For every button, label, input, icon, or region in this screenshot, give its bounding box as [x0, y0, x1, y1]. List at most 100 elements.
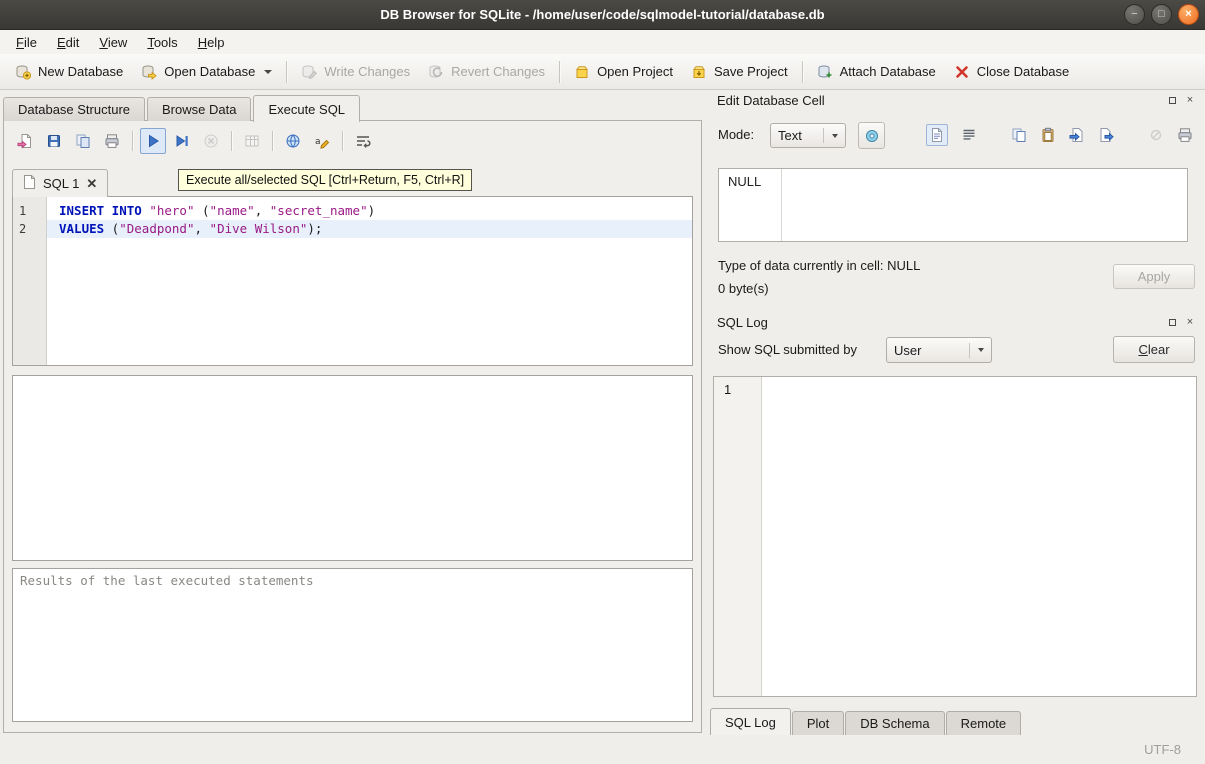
word-wrap-cell-button[interactable] [961, 127, 977, 143]
tab-remote[interactable]: Remote [946, 711, 1022, 735]
auto-mode-button[interactable] [858, 122, 885, 149]
globe-icon [285, 133, 301, 149]
log-filter-value: User [894, 343, 961, 358]
toolbar-separator [559, 61, 560, 83]
cell-content-editor[interactable]: NULL [718, 168, 1188, 242]
print-cell-button[interactable] [1177, 127, 1193, 143]
log-gutter: 1 [714, 377, 762, 696]
toolbar-separator [286, 61, 287, 83]
tab-database-structure[interactable]: Database Structure [3, 97, 145, 121]
save-project-button[interactable]: Save Project [682, 59, 797, 85]
tab-sql-log[interactable]: SQL Log [710, 708, 791, 735]
paste-cell-button[interactable] [1040, 127, 1056, 143]
cell-editor-icons [926, 124, 1193, 146]
float-dock-icon[interactable] [1165, 315, 1179, 329]
cell-null-value: NULL [728, 174, 761, 189]
save-sql-as-icon [75, 133, 91, 149]
menu-view[interactable]: View [89, 30, 137, 54]
copy-cell-button[interactable] [1011, 127, 1027, 143]
set-null-button[interactable] [1148, 127, 1164, 143]
sql-tab-close-icon[interactable]: ✕ [86, 176, 97, 192]
chevron-down-icon [978, 348, 984, 352]
execute-sql-pane: a SQL 1 ✕ 12 INSERT INTO "hero" ("name",… [3, 120, 702, 733]
print-icon [104, 133, 120, 149]
export-cell-button[interactable] [1098, 127, 1114, 143]
cell-mode-row: Mode: Text [706, 120, 1205, 150]
toolbar-separator [231, 131, 232, 151]
log-filter-select[interactable]: User [886, 337, 992, 363]
open-in-browser-button[interactable] [280, 128, 306, 154]
sql-editor[interactable]: 12 INSERT INTO "hero" ("name", "secret_n… [12, 196, 693, 366]
title-bar: DB Browser for SQLite - /home/user/code/… [0, 0, 1205, 30]
window-controls: − □ × [1124, 4, 1199, 25]
new-database-icon [15, 64, 31, 80]
menu-tools[interactable]: Tools [137, 30, 187, 54]
log-filter-label: Show SQL submitted by [718, 342, 857, 357]
sql-log-view[interactable]: 1 [713, 376, 1197, 697]
mode-select[interactable]: Text [770, 123, 846, 148]
clear-log-button[interactable]: Clear [1113, 336, 1195, 363]
execute-all-button[interactable] [140, 128, 166, 154]
format-sql-icon: a [314, 133, 330, 149]
tab-execute-sql[interactable]: Execute SQL [253, 95, 360, 122]
toolbar-separator [132, 131, 133, 151]
open-database-button[interactable]: Open Database [132, 59, 281, 85]
new-database-button[interactable]: New Database [6, 59, 132, 85]
results-message-area[interactable]: Results of the last executed statements [12, 568, 693, 722]
write-changes-button[interactable]: Write Changes [292, 59, 419, 85]
minimize-button[interactable]: − [1124, 4, 1145, 25]
float-dock-icon[interactable] [1165, 93, 1179, 107]
tab-plot[interactable]: Plot [792, 711, 844, 735]
menu-edit[interactable]: Edit [47, 30, 89, 54]
tab-browse-data[interactable]: Browse Data [147, 97, 251, 121]
open-database-icon [141, 64, 157, 80]
close-button[interactable]: × [1178, 4, 1199, 25]
close-database-icon [954, 64, 970, 80]
apply-button[interactable]: Apply [1113, 264, 1195, 289]
log-content[interactable] [762, 377, 1196, 696]
export-results-button[interactable] [239, 128, 265, 154]
main-toolbar: New Database Open Database Write Changes… [0, 54, 1205, 90]
close-database-button[interactable]: Close Database [945, 59, 1079, 85]
cell-size-info: 0 byte(s) [718, 281, 769, 296]
text-view-toggle[interactable] [926, 124, 948, 146]
menu-help[interactable]: Help [188, 30, 235, 54]
encoding-indicator[interactable]: UTF-8 [1144, 742, 1181, 757]
stop-execution-button[interactable] [198, 128, 224, 154]
menu-bar: File Edit View Tools Help [0, 30, 1205, 54]
open-project-button[interactable]: Open Project [565, 59, 682, 85]
open-sql-file-icon [17, 133, 33, 149]
tab-db-schema[interactable]: DB Schema [845, 711, 944, 735]
word-wrap-button[interactable] [350, 128, 376, 154]
open-sql-file-button[interactable] [12, 128, 38, 154]
sql-log-dock-header: SQL Log × [706, 312, 1205, 332]
save-project-icon [691, 64, 707, 80]
attach-database-button[interactable]: Attach Database [808, 59, 945, 85]
code-lines[interactable]: INSERT INTO "hero" ("name", "secret_name… [47, 197, 692, 365]
word-wrap-icon [355, 133, 371, 149]
menu-file[interactable]: File [6, 30, 47, 54]
write-changes-icon [301, 64, 317, 80]
import-cell-button[interactable] [1069, 127, 1085, 143]
execute-line-button[interactable] [169, 128, 195, 154]
close-dock-icon[interactable]: × [1183, 93, 1197, 107]
format-sql-button[interactable]: a [309, 128, 335, 154]
results-grid[interactable] [12, 375, 693, 561]
window-title: DB Browser for SQLite - /home/user/code/… [380, 7, 824, 22]
code-line: VALUES ("Deadpond", "Dive Wilson"); [47, 220, 692, 238]
toolbar-separator [802, 61, 803, 83]
print-sql-button[interactable] [99, 128, 125, 154]
attach-database-icon [817, 64, 833, 80]
cell-text-area[interactable] [781, 169, 1187, 241]
log-line-number: 1 [724, 382, 731, 397]
mode-value: Text [778, 128, 815, 143]
close-dock-icon[interactable]: × [1183, 315, 1197, 329]
maximize-button[interactable]: □ [1151, 4, 1172, 25]
save-sql-as-button[interactable] [70, 128, 96, 154]
open-project-icon [574, 64, 590, 80]
sql-tab[interactable]: SQL 1 ✕ [12, 169, 108, 197]
revert-changes-button[interactable]: Revert Changes [419, 59, 554, 85]
sql-log-title: SQL Log [717, 315, 768, 330]
save-sql-file-button[interactable] [41, 128, 67, 154]
open-database-dropdown-icon[interactable] [264, 70, 272, 74]
